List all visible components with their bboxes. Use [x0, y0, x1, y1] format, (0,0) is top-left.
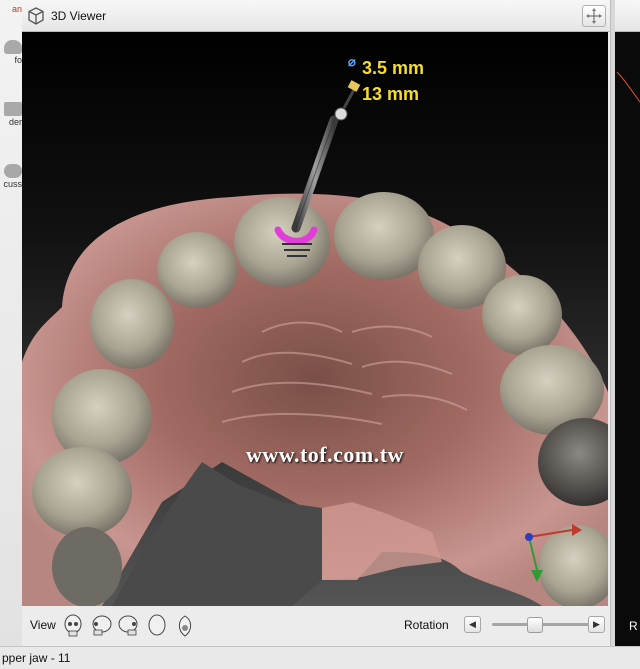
skull-left-icon[interactable]	[90, 614, 112, 638]
tooth	[52, 527, 122, 606]
toolbar-item-label: cuss	[3, 179, 22, 189]
viewer-window: 3D Viewer ⌀ 3.5 mm 13 mm www.tof.com.tw …	[22, 0, 610, 646]
rotate-right-button[interactable]: ▶	[588, 616, 605, 633]
implant-diameter-value: 3.5 mm	[362, 58, 425, 78]
chat-bubble-icon	[4, 164, 22, 178]
secondary-viewer-panel: R	[615, 0, 640, 646]
tooth	[32, 447, 132, 537]
skull-top-icon[interactable]	[146, 614, 168, 638]
viewer-title: 3D Viewer	[51, 9, 107, 23]
skull-front-icon[interactable]	[62, 614, 84, 638]
watermark-text: www.tof.com.tw	[246, 442, 404, 467]
view-label: View	[30, 618, 56, 632]
status-text: pper jaw - 11	[2, 651, 71, 665]
rotate-left-button[interactable]: ◀	[464, 616, 481, 633]
user-info-icon	[4, 40, 22, 54]
diameter-icon: ⌀	[348, 54, 356, 69]
toolbar-item-label: der	[8, 117, 22, 127]
rotation-slider-track[interactable]	[492, 623, 600, 626]
toolbar-item-label: fo	[14, 55, 22, 65]
tooth	[90, 279, 174, 369]
dental-scan-scene	[22, 80, 608, 606]
view-controls-bar: View Rotation ◀ ▶	[22, 606, 610, 646]
cart-icon	[4, 102, 22, 116]
move-arrows-icon	[586, 8, 602, 24]
tooth	[482, 275, 562, 355]
3d-viewport[interactable]: ⌀ 3.5 mm 13 mm www.tof.com.tw	[22, 32, 608, 606]
toolbar-item-order[interactable]: der	[0, 102, 22, 127]
rotation-label: Rotation	[404, 618, 449, 632]
tooth-site-11	[234, 197, 330, 287]
implant-length-value: 13 mm	[362, 84, 420, 104]
toolbar-item-discuss[interactable]: cuss	[0, 164, 22, 189]
toolbar-red-label: an	[11, 4, 22, 14]
skull-bottom-icon[interactable]	[174, 614, 196, 638]
cube-icon	[28, 7, 44, 25]
left-toolbar: an fo der cuss	[0, 0, 23, 646]
rotation-slider-thumb[interactable]	[526, 617, 543, 633]
secondary-footer-label: R	[629, 619, 638, 633]
tooth	[157, 232, 237, 308]
toolbar-item-info[interactable]: fo	[0, 40, 22, 65]
viewer-title-bar: 3D Viewer	[22, 0, 610, 32]
scan-curve	[616, 71, 640, 103]
secondary-title-bar	[615, 0, 640, 32]
implant-head	[334, 107, 348, 121]
status-bar: pper jaw - 11	[0, 646, 640, 669]
skull-right-icon[interactable]	[118, 614, 140, 638]
move-view-button[interactable]	[582, 5, 606, 27]
